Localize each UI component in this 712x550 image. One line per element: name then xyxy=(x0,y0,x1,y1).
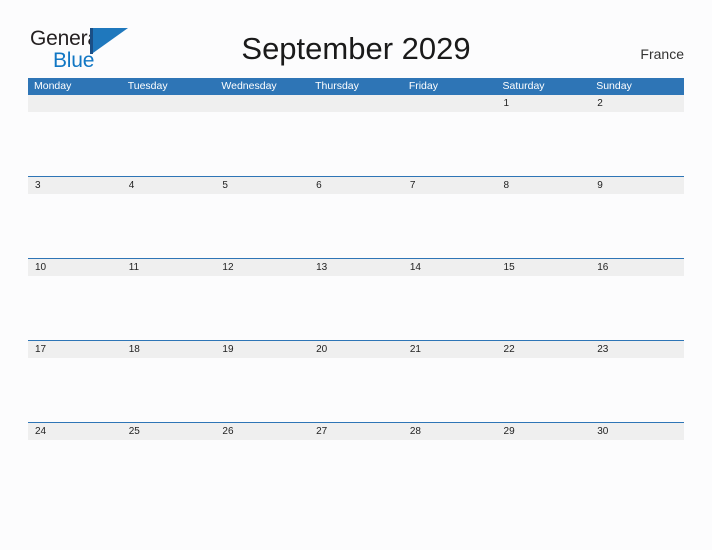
week-row: 24 25 26 27 28 29 30 xyxy=(28,422,684,504)
date-band: 17 18 19 20 21 22 23 xyxy=(28,341,684,358)
week-row: 1 2 xyxy=(28,95,684,176)
day-cell[interactable]: 15 xyxy=(497,259,591,276)
weekday-saturday: Saturday xyxy=(502,80,545,92)
day-cell[interactable]: 30 xyxy=(590,423,684,440)
day-cell[interactable]: 25 xyxy=(122,423,216,440)
date-band: 1 2 xyxy=(28,95,684,112)
day-cell[interactable]: 21 xyxy=(403,341,497,358)
date-band: 10 11 12 13 14 15 16 xyxy=(28,259,684,276)
day-cell[interactable]: 5 xyxy=(215,177,309,194)
day-cell[interactable] xyxy=(28,95,122,112)
day-cell[interactable]: 24 xyxy=(28,423,122,440)
week-row: 3 4 5 6 7 8 9 xyxy=(28,176,684,258)
day-cell[interactable]: 13 xyxy=(309,259,403,276)
day-cell[interactable]: 28 xyxy=(403,423,497,440)
week-row: 10 11 12 13 14 15 16 xyxy=(28,258,684,340)
day-cell[interactable]: 3 xyxy=(28,177,122,194)
day-cell[interactable]: 7 xyxy=(403,177,497,194)
day-cell[interactable]: 1 xyxy=(497,95,591,112)
week-row: 17 18 19 20 21 22 23 xyxy=(28,340,684,422)
week-event-area[interactable] xyxy=(28,358,684,422)
day-cell[interactable]: 4 xyxy=(122,177,216,194)
week-event-area[interactable] xyxy=(28,276,684,340)
day-cell[interactable]: 9 xyxy=(590,177,684,194)
day-cell[interactable]: 16 xyxy=(590,259,684,276)
day-cell[interactable]: 18 xyxy=(122,341,216,358)
day-cell[interactable]: 27 xyxy=(309,423,403,440)
day-cell[interactable]: 12 xyxy=(215,259,309,276)
day-cell[interactable]: 29 xyxy=(497,423,591,440)
day-cell[interactable] xyxy=(309,95,403,112)
week-event-area[interactable] xyxy=(28,194,684,258)
weekday-header-row: Monday Tuesday Wednesday Thursday Friday… xyxy=(28,78,684,95)
weekday-friday: Friday xyxy=(408,80,438,92)
weekday-monday: Monday xyxy=(34,80,72,92)
date-band: 3 4 5 6 7 8 9 xyxy=(28,177,684,194)
week-event-area[interactable] xyxy=(28,440,684,504)
page-title: September 2029 xyxy=(241,31,471,66)
date-band: 24 25 26 27 28 29 30 xyxy=(28,423,684,440)
day-cell[interactable]: 22 xyxy=(497,341,591,358)
weekday-wednesday: Wednesday xyxy=(221,80,277,92)
day-cell[interactable]: 19 xyxy=(215,341,309,358)
day-cell[interactable] xyxy=(215,95,309,112)
day-cell[interactable] xyxy=(403,95,497,112)
day-cell[interactable]: 17 xyxy=(28,341,122,358)
page-header: General Blue September 2029 France xyxy=(0,0,712,78)
week-event-area[interactable] xyxy=(28,112,684,176)
weekday-sunday: Sunday xyxy=(596,80,632,92)
day-cell[interactable]: 6 xyxy=(309,177,403,194)
day-cell[interactable]: 23 xyxy=(590,341,684,358)
region-label: France xyxy=(640,46,684,62)
calendar-grid: Monday Tuesday Wednesday Thursday Friday… xyxy=(28,78,684,504)
weekday-tuesday: Tuesday xyxy=(127,80,168,92)
day-cell[interactable]: 14 xyxy=(403,259,497,276)
day-cell[interactable]: 8 xyxy=(497,177,591,194)
day-cell[interactable]: 26 xyxy=(215,423,309,440)
day-cell[interactable] xyxy=(122,95,216,112)
day-cell[interactable]: 2 xyxy=(590,95,684,112)
weekday-thursday: Thursday xyxy=(315,80,359,92)
day-cell[interactable]: 10 xyxy=(28,259,122,276)
day-cell[interactable]: 11 xyxy=(122,259,216,276)
day-cell[interactable]: 20 xyxy=(309,341,403,358)
